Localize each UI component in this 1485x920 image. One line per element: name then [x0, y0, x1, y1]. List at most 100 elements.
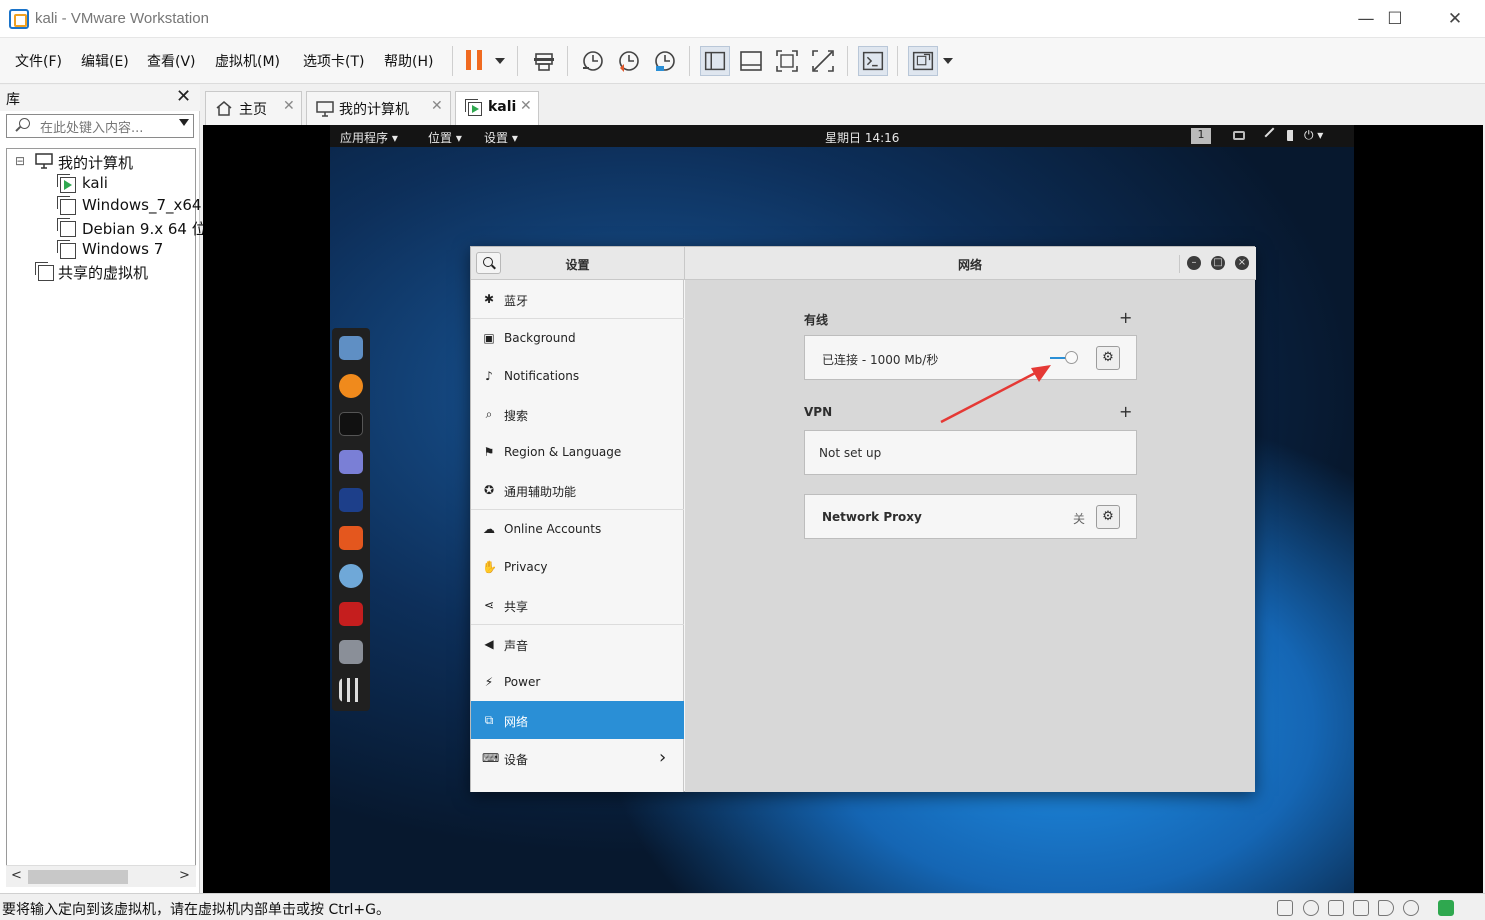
sidebar-title: 设置	[565, 258, 590, 272]
sidebar-item-sharing[interactable]: ⋖ 共享	[471, 586, 684, 624]
metasploit-icon[interactable]	[339, 488, 363, 512]
sidebar-item-background[interactable]: ▣ Background	[471, 319, 684, 357]
scroll-left-icon[interactable]: <	[11, 868, 22, 883]
sidebar-item-sound[interactable]: ◀ 声音	[471, 625, 684, 663]
power-menu[interactable]: ⏻ ▾	[1304, 128, 1323, 143]
pause-icon[interactable]	[466, 50, 471, 70]
network-proxy-row[interactable]: Network Proxy 关 ⚙	[804, 494, 1137, 539]
add-wired-button[interactable]: +	[1119, 308, 1132, 327]
maximize-icon[interactable]: □	[1211, 256, 1225, 270]
menu-help[interactable]: 帮助(H)	[384, 51, 433, 71]
settings-icon[interactable]	[339, 640, 363, 664]
library-tree: ⊟ 我的计算机 kali Windows_7_x64 Debian 9.x 64…	[6, 148, 207, 866]
horizontal-scrollbar[interactable]: < >	[6, 865, 196, 887]
sidebar-item-network[interactable]: ⧉ 网络	[471, 701, 684, 739]
stretch-guest-icon[interactable]	[908, 46, 938, 76]
terminal-icon[interactable]	[339, 412, 363, 436]
sidebar-item-accessibility[interactable]: ✪ 通用辅助功能	[471, 471, 684, 509]
sidebar-item-devices[interactable]: ⌨ 设备 ›	[471, 739, 684, 777]
bluetooth-icon: ✱	[483, 292, 495, 306]
close-icon[interactable]: ×	[1235, 256, 1249, 270]
snapshot-manager-icon[interactable]	[650, 46, 680, 76]
menu-vm[interactable]: 虚拟机(M)	[215, 51, 280, 71]
thumbnail-bar-icon[interactable]	[736, 46, 766, 76]
tree-item-debian[interactable]: Debian 9.x 64 位	[82, 218, 207, 239]
cd-dvd-icon[interactable]	[1303, 900, 1319, 916]
tree-item-kali[interactable]: kali	[82, 174, 108, 192]
unity-mode-icon[interactable]	[808, 46, 838, 76]
snapshot-icon[interactable]	[578, 46, 608, 76]
cherrytree-icon[interactable]	[339, 602, 363, 626]
chevron-down-icon[interactable]	[495, 58, 505, 64]
menu-edit[interactable]: 编辑(E)	[81, 51, 129, 71]
wired-settings-gear-icon[interactable]: ⚙	[1096, 346, 1120, 370]
printer-icon[interactable]	[1353, 900, 1369, 916]
vm-display[interactable]: 应用程序 ▾ 位置 ▾ 设置 ▾ 星期日 14:16 1 ⏻ ▾ 设置 网络 –…	[203, 125, 1483, 893]
sidebar-item-bluetooth[interactable]: ✱ 蓝牙	[471, 280, 684, 318]
maltego-icon[interactable]	[339, 564, 363, 588]
message-log-icon[interactable]	[1438, 900, 1454, 916]
tree-item-windows-7-x64[interactable]: Windows_7_x64	[82, 196, 201, 214]
library-header	[0, 85, 200, 111]
tree-item-my-computer[interactable]: 我的计算机	[58, 152, 133, 173]
files-icon[interactable]	[339, 336, 363, 360]
usb-icon[interactable]	[1403, 900, 1419, 916]
scrollbar-thumb[interactable]	[28, 870, 128, 884]
hard-disk-icon[interactable]	[1277, 900, 1293, 916]
minimize-icon[interactable]: –	[1187, 256, 1201, 270]
sidebar-item-region[interactable]: ⚑ Region & Language	[471, 433, 684, 471]
sound-card-icon[interactable]	[1378, 900, 1394, 916]
tab-label: kali	[488, 99, 517, 115]
tab-my-computer[interactable]: 我的计算机 ✕	[306, 91, 451, 125]
clock[interactable]: 星期日 14:16	[825, 129, 899, 146]
volume-icon[interactable]	[1287, 130, 1297, 141]
proxy-settings-gear-icon[interactable]: ⚙	[1096, 505, 1120, 529]
menu-file[interactable]: 文件(F)	[15, 51, 62, 71]
people-icon[interactable]	[1233, 131, 1245, 140]
workspace-indicator[interactable]: 1	[1191, 128, 1211, 144]
show-apps-icon[interactable]	[339, 678, 363, 702]
text-editor-icon[interactable]	[339, 450, 363, 474]
chevron-down-icon[interactable]	[179, 119, 189, 126]
guest-desktop[interactable]: 应用程序 ▾ 位置 ▾ 设置 ▾ 星期日 14:16 1 ⏻ ▾ 设置 网络 –…	[330, 125, 1354, 893]
running-vm-icon	[57, 174, 76, 193]
sidebar-item-label: 声音	[504, 639, 529, 653]
scroll-right-icon[interactable]: >	[179, 868, 190, 883]
collapse-icon[interactable]: ⊟	[15, 154, 25, 168]
console-view-icon[interactable]	[858, 46, 888, 76]
show-library-icon[interactable]	[700, 46, 730, 76]
tree-item-windows-7[interactable]: Windows 7	[82, 240, 163, 258]
sidebar-item-notifications[interactable]: ♪ Notifications	[471, 357, 684, 395]
flag-icon: ⚑	[483, 445, 495, 459]
tab-kali[interactable]: kali ✕	[455, 91, 539, 125]
menu-view[interactable]: 查看(V)	[147, 51, 196, 71]
sidebar-item-privacy[interactable]: ✋ Privacy	[471, 548, 684, 586]
close-icon[interactable]: ✕	[283, 98, 295, 114]
places-menu[interactable]: 位置 ▾	[428, 129, 462, 146]
close-icon[interactable]: ✕	[520, 98, 532, 114]
close-button[interactable]: ✕	[1426, 0, 1484, 38]
sidebar-item-online-accounts[interactable]: ☁ Online Accounts	[471, 510, 684, 548]
network-adapter-icon[interactable]	[1328, 900, 1344, 916]
tab-home[interactable]: 主页 ✕	[205, 91, 302, 125]
maximize-button[interactable]: ☐	[1366, 0, 1424, 38]
full-screen-icon[interactable]	[772, 46, 802, 76]
revert-snapshot-icon[interactable]	[614, 46, 644, 76]
wired-switch-knob[interactable]	[1065, 351, 1078, 364]
sidebar-item-search[interactable]: ⌕ 搜索	[471, 395, 684, 433]
chevron-down-icon[interactable]	[943, 58, 953, 64]
firefox-icon[interactable]	[339, 374, 363, 398]
sidebar-item-label: 通用辅助功能	[504, 485, 577, 499]
add-vpn-button[interactable]: +	[1119, 402, 1132, 421]
tree-item-shared-vms[interactable]: 共享的虚拟机	[58, 262, 148, 283]
applications-menu[interactable]: 应用程序 ▾	[340, 129, 398, 146]
library-close-button[interactable]: ✕	[176, 86, 191, 107]
network-icon[interactable]	[1264, 127, 1282, 145]
menu-tabs[interactable]: 选项卡(T)	[303, 51, 364, 71]
send-ctrl-alt-del-icon[interactable]	[530, 46, 560, 76]
close-icon[interactable]: ✕	[431, 98, 443, 114]
settings-menu[interactable]: 设置 ▾	[484, 129, 518, 146]
pause-icon[interactable]	[477, 50, 482, 70]
burpsuite-icon[interactable]	[339, 526, 363, 550]
sidebar-item-power[interactable]: ⚡ Power	[471, 663, 684, 701]
